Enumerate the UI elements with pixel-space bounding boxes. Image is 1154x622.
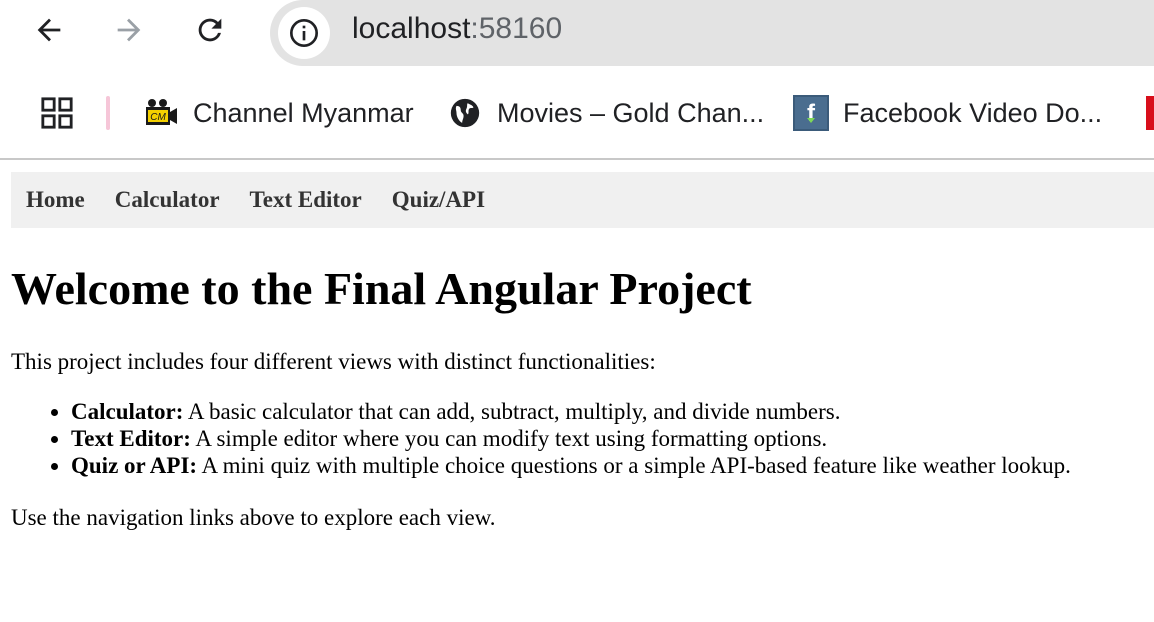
url-host: localhost xyxy=(352,12,471,45)
list-item: Calculator: A basic calculator that can … xyxy=(71,398,1071,425)
facebook-favicon: f xyxy=(793,95,829,131)
arrow-right-icon xyxy=(117,18,141,42)
intro-text: This project includes four different vie… xyxy=(11,349,656,374)
site-navbar: Home Calculator Text Editor Quiz/API xyxy=(11,172,1154,228)
feature-list: Calculator: A basic calculator that can … xyxy=(11,398,1071,479)
apps-button[interactable] xyxy=(40,80,74,146)
feature-name: Calculator: xyxy=(71,399,184,424)
list-item: Quiz or API: A mini quiz with multiple c… xyxy=(71,452,1071,479)
url-text: localhost:58160 xyxy=(352,12,562,46)
feature-name: Text Editor: xyxy=(71,426,191,451)
nav-link-quiz-api[interactable]: Quiz/API xyxy=(392,187,485,213)
bookmark-overflow-favicon[interactable] xyxy=(1146,96,1154,130)
feature-description: A basic calculator that can add, subtrac… xyxy=(183,399,841,424)
page-title: Welcome to the Final Angular Project xyxy=(11,263,752,314)
globe-icon xyxy=(447,95,483,131)
info-icon xyxy=(290,19,318,47)
main-content: Welcome to the Final Angular Project Thi… xyxy=(11,260,1151,530)
svg-text:f: f xyxy=(807,100,816,127)
apps-grid-icon xyxy=(41,97,73,129)
bookmark-movies-gold-channel[interactable]: Movies – Gold Chan... xyxy=(447,80,764,146)
list-item: Text Editor: A simple editor where you c… xyxy=(71,425,1071,452)
bookmark-label: Movies – Gold Chan... xyxy=(497,97,765,128)
reload-button[interactable] xyxy=(187,7,233,53)
bookmark-label: Facebook Video Do... xyxy=(843,97,1103,128)
nav-link-calculator[interactable]: Calculator xyxy=(115,187,220,213)
browser-toolbar: localhost:58160 xyxy=(0,0,1154,66)
url-port: :58160 xyxy=(470,12,563,45)
bookmark-facebook-video-downloader[interactable]: f Facebook Video Do... xyxy=(793,80,1102,146)
channel-myanmar-favicon: CM xyxy=(143,95,179,131)
bookmark-channel-myanmar[interactable]: CM Channel Myanmar xyxy=(143,80,414,146)
bookmarks-separator xyxy=(106,96,110,130)
nav-link-text-editor[interactable]: Text Editor xyxy=(250,187,362,213)
bookmarks-bar: CM Channel Myanmar Movies – Gold Chan...… xyxy=(0,80,1154,146)
outro-text: Use the navigation links above to explor… xyxy=(11,505,496,530)
feature-name: Quiz or API: xyxy=(71,453,198,478)
bookmark-label: Channel Myanmar xyxy=(193,97,414,128)
site-info-button[interactable] xyxy=(278,7,330,59)
chrome-divider xyxy=(0,158,1154,160)
forward-button[interactable] xyxy=(106,7,152,53)
arrow-left-icon xyxy=(37,18,61,42)
address-bar[interactable]: localhost:58160 xyxy=(270,0,1154,66)
back-button[interactable] xyxy=(26,7,72,53)
feature-description: A mini quiz with multiple choice questio… xyxy=(197,453,1071,478)
feature-description: A simple editor where you can modify tex… xyxy=(190,426,828,451)
svg-text:CM: CM xyxy=(150,112,166,123)
nav-link-home[interactable]: Home xyxy=(26,187,85,213)
reload-icon xyxy=(198,18,222,42)
